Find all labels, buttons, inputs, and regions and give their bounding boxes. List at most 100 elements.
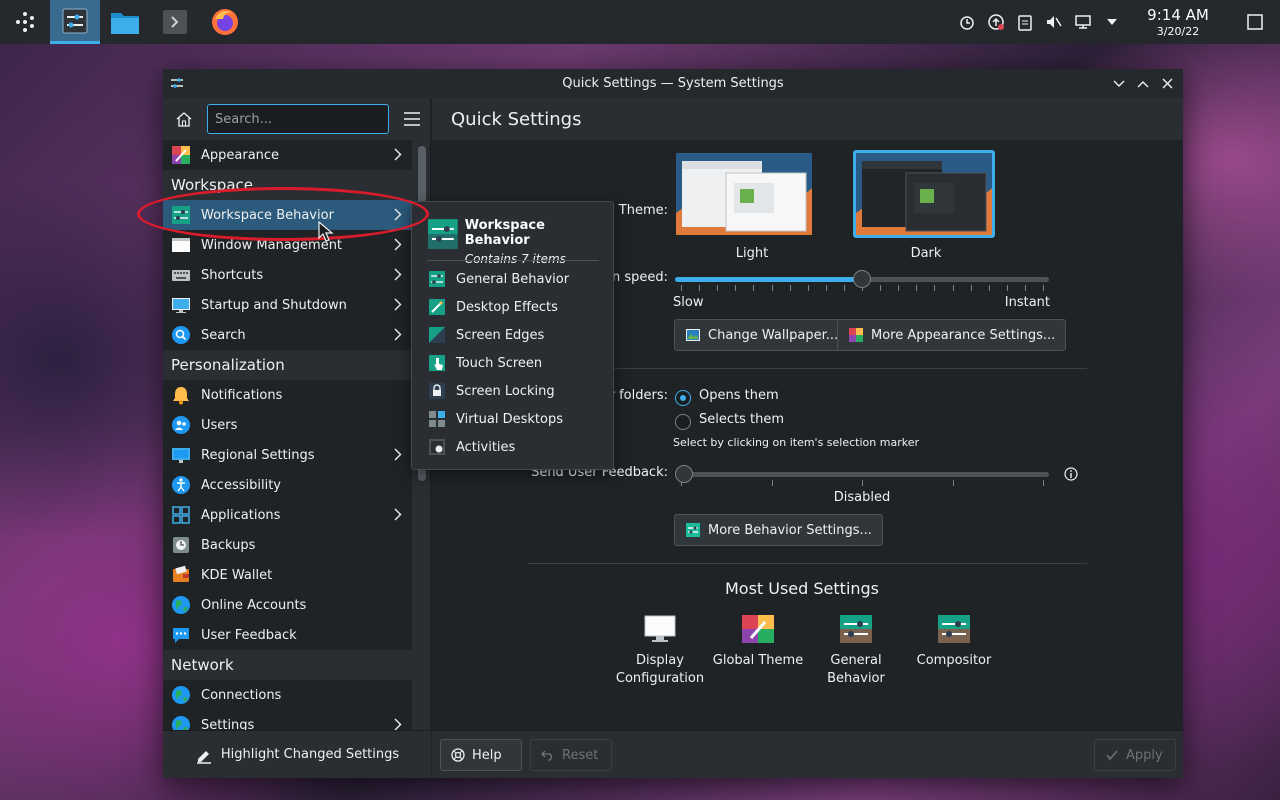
sidebar-item-notifications[interactable]: Notifications (163, 380, 412, 410)
help-icon (451, 748, 465, 762)
slider-tick (862, 480, 863, 486)
home-button[interactable] (173, 108, 195, 130)
firefox-task[interactable] (200, 0, 250, 44)
clock[interactable]: 9:14 AM 3/20/22 (1126, 7, 1230, 37)
slider-tick (843, 285, 845, 291)
popup-item-screen-edges[interactable]: Screen Edges (428, 321, 544, 349)
sidebar-category-personalization: Personalization (163, 350, 412, 380)
sidebar-item-label: Online Accounts (201, 597, 307, 613)
sidebar-item-label: Appearance (201, 147, 280, 163)
settings-icon (62, 8, 88, 33)
change-wallpaper-button[interactable]: Change Wallpaper... (674, 319, 850, 351)
popup-item-label: Screen Edges (456, 327, 545, 343)
titlebar[interactable]: Quick Settings — System Settings (163, 69, 1183, 98)
main-footer: Help Reset Apply (432, 730, 1183, 778)
sidebar-item-online-accounts[interactable]: Online Accounts (163, 590, 412, 620)
help-button[interactable]: Help (440, 739, 522, 771)
theme-dark-thumbnail[interactable] (853, 150, 995, 238)
chevron-down-icon (1113, 80, 1125, 87)
terminal-task[interactable] (150, 0, 200, 44)
sidebar-item-shortcuts[interactable]: Shortcuts (163, 260, 412, 290)
chevron-right-icon (394, 238, 402, 255)
kde-launcher-icon[interactable] (0, 0, 50, 44)
sidebar-item-label: Startup and Shutdown (201, 297, 347, 313)
slider-tick (916, 285, 918, 291)
display-label-2: Configuration (615, 671, 705, 686)
sidebar-item-backups[interactable]: Backups (163, 530, 412, 560)
slider-tick (825, 285, 827, 291)
sidebar-item-label: Search (201, 327, 246, 343)
slider-tick (1043, 480, 1044, 486)
selects-them-radio[interactable] (675, 414, 691, 430)
firefox-icon (212, 9, 238, 35)
tray-expand-icon[interactable] (1097, 0, 1126, 44)
global-theme-item[interactable]: Global Theme (710, 614, 806, 670)
theme-dark-label: Dark (910, 246, 942, 261)
more-behavior-settings-button[interactable]: More Behavior Settings... (674, 514, 883, 546)
feedback-slider[interactable] (675, 472, 1049, 477)
file-manager-task[interactable] (100, 0, 150, 44)
sidebar-item-label: Connections (201, 687, 282, 703)
settings-icon[interactable] (169, 75, 185, 95)
selects-them-label: Selects them (699, 412, 785, 427)
sidebar-item-label: Backups (201, 537, 256, 553)
applications-icon (171, 505, 191, 525)
popup-item-label: Touch Screen (456, 355, 543, 371)
sidebar-item-startup-and-shutdown[interactable]: Startup and Shutdown (163, 290, 412, 320)
sidebar-item-connections[interactable]: Connections (163, 680, 412, 710)
sidebar-item-appearance[interactable]: Appearance (163, 140, 412, 170)
minimize-button[interactable] (1107, 72, 1131, 96)
change-wallpaper-label: Change Wallpaper... (708, 327, 839, 343)
sidebar-item-accessibility[interactable]: Accessibility (163, 470, 412, 500)
animation-speed-handle[interactable] (853, 270, 871, 288)
close-button[interactable] (1155, 72, 1179, 96)
system-settings-task[interactable] (50, 0, 100, 44)
popup-item-activities[interactable]: Activities (428, 433, 515, 461)
sidebar-item-regional-settings[interactable]: Regional Settings (163, 440, 412, 470)
sidebar-item-kde-wallet[interactable]: KDE Wallet (163, 560, 412, 590)
sidebar-item-user-feedback[interactable]: User Feedback (163, 620, 412, 650)
apply-button[interactable]: Apply (1094, 739, 1176, 771)
display-configuration-item[interactable]: Display Configuration (612, 614, 708, 688)
popup-item-desktop-effects[interactable]: Desktop Effects (428, 293, 558, 321)
clipboard-icon[interactable] (1010, 0, 1039, 44)
sidebar-item-applications[interactable]: Applications (163, 500, 412, 530)
popup-item-general-behavior[interactable]: General Behavior (428, 265, 569, 293)
general-behavior-item[interactable]: General Behavior (808, 614, 904, 688)
hamburger-menu-button[interactable] (403, 110, 421, 128)
more-appearance-settings-button[interactable]: More Appearance Settings... (837, 319, 1067, 351)
show-desktop-icon[interactable] (1230, 0, 1280, 44)
slider-tick (717, 285, 719, 291)
maximize-button[interactable] (1131, 72, 1155, 96)
virtual-desktops-icon (428, 410, 446, 428)
update-icon[interactable] (981, 0, 1010, 44)
globe-icon (171, 715, 191, 730)
wallet-icon (171, 565, 191, 585)
sidebar-item-label: Settings (201, 717, 255, 731)
popup-item-virtual-desktops[interactable]: Virtual Desktops (428, 405, 563, 433)
divider (527, 563, 1087, 564)
sidebar-item-search[interactable]: Search (163, 320, 412, 350)
highlight-pen-icon (196, 750, 211, 764)
sidebar-category-network: Network (163, 650, 412, 680)
checkmark-icon (1105, 748, 1119, 762)
highlight-changed-settings-button[interactable]: Highlight Changed Settings (163, 730, 431, 778)
opens-them-radio[interactable] (675, 390, 691, 406)
general-behavior-icon (685, 522, 701, 538)
info-icon[interactable] (1064, 467, 1078, 485)
keyboard-icon (171, 265, 191, 285)
search-input[interactable] (207, 104, 389, 134)
sidebar-item-users[interactable]: Users (163, 410, 412, 440)
popup-item-screen-locking[interactable]: Screen Locking (428, 377, 555, 405)
reset-button[interactable]: Reset (530, 739, 612, 771)
alarm-icon[interactable] (952, 0, 981, 44)
volume-muted-icon[interactable] (1039, 0, 1068, 44)
popup-item-touch-screen[interactable]: Touch Screen (428, 349, 542, 377)
theme-light-thumbnail[interactable] (673, 150, 815, 238)
slider-tick (699, 285, 701, 291)
network-icon[interactable] (1068, 0, 1097, 44)
search-icon (171, 325, 191, 345)
sidebar-item-settings[interactable]: Settings (163, 710, 412, 730)
feedback-handle[interactable] (675, 465, 693, 483)
compositor-item[interactable]: Compositor (906, 614, 1002, 670)
